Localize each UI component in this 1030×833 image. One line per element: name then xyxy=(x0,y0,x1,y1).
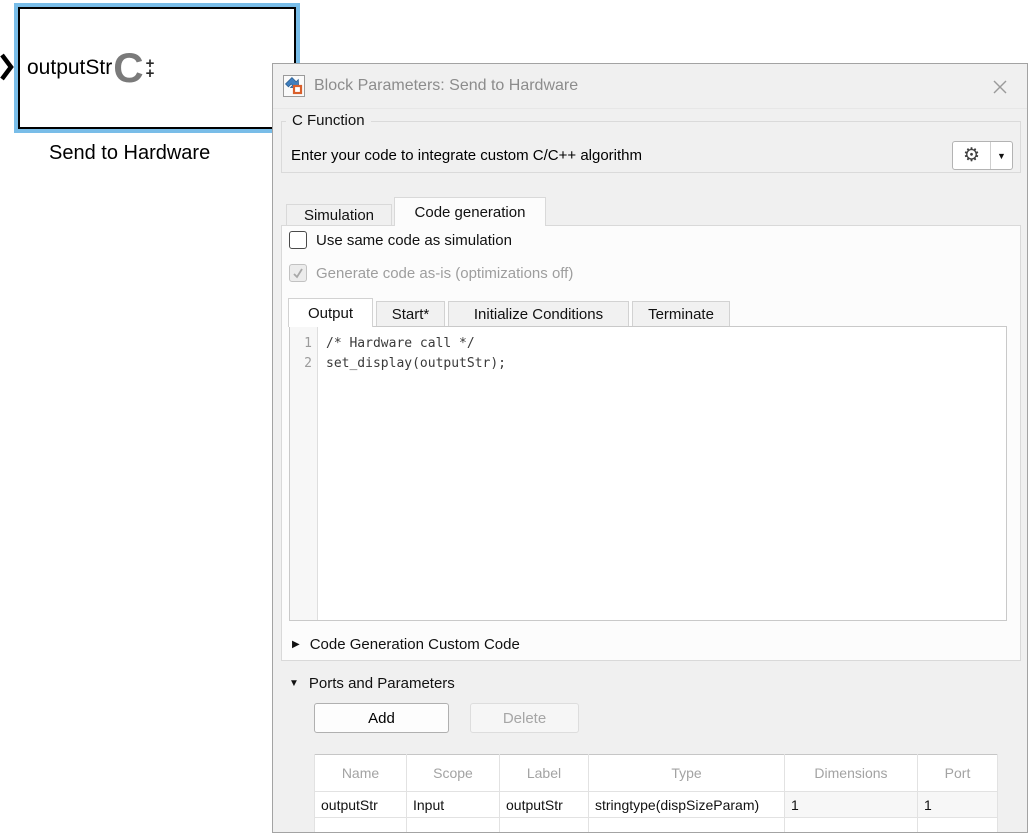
use-same-code-checkbox[interactable] xyxy=(289,231,307,249)
dialog-titlebar[interactable]: Block Parameters: Send to Hardware xyxy=(273,64,1027,109)
code-editor[interactable]: 1 2 /* Hardware call */ set_display(outp… xyxy=(289,326,1007,621)
cell-name[interactable]: outputStr xyxy=(315,792,407,818)
code-tab-initialize-conditions[interactable]: Initialize Conditions xyxy=(448,301,629,326)
dialog-title: Block Parameters: Send to Hardware xyxy=(314,77,578,95)
cell-port[interactable]: 1 xyxy=(918,792,998,818)
generate-code-as-is-checkbox xyxy=(289,264,307,282)
use-same-code-label[interactable]: Use same code as simulation xyxy=(316,232,512,249)
c-function-group-title: C Function xyxy=(286,112,371,129)
settings-split-button[interactable]: ⚙ ▼ xyxy=(952,141,1013,170)
cpp-plus-icon: + + xyxy=(146,59,155,79)
line-number-gutter: 1 2 xyxy=(290,327,318,620)
section-code-generation-custom-code[interactable]: ▶ Code Generation Custom Code xyxy=(292,636,520,653)
delete-button: Delete xyxy=(470,703,579,733)
cell-type[interactable]: stringtype(dispSizeParam) xyxy=(589,792,785,818)
column-header[interactable]: Dimensions xyxy=(785,755,918,792)
gear-icon[interactable]: ⚙ xyxy=(953,142,991,169)
block-port-label: outputStr xyxy=(27,56,112,80)
code-tab-start[interactable]: Start* xyxy=(376,301,445,326)
add-button[interactable]: Add xyxy=(314,703,449,733)
column-header[interactable]: Port xyxy=(918,755,998,792)
column-header[interactable]: Name xyxy=(315,755,407,792)
code-text-area[interactable]: /* Hardware call */ set_display(outputSt… xyxy=(318,327,506,620)
simulink-canvas: outputStr C + + Send to Hardware Block P… xyxy=(0,0,1030,827)
block-selection-highlight[interactable]: outputStr C + + xyxy=(14,3,300,133)
code-line: set_display(outputStr); xyxy=(326,354,506,374)
line-number: 1 xyxy=(290,334,312,354)
ports-section-label: Ports and Parameters xyxy=(309,675,455,692)
tab-simulation[interactable]: Simulation xyxy=(286,204,392,225)
cell-scope[interactable]: Input xyxy=(407,792,500,818)
custom-code-section-label: Code Generation Custom Code xyxy=(310,636,520,653)
line-number: 2 xyxy=(290,354,312,374)
generate-code-as-is-label: Generate code as-is (optimizations off) xyxy=(316,265,573,282)
column-header[interactable]: Scope xyxy=(407,755,500,792)
checkmark-icon xyxy=(291,266,305,280)
column-header[interactable]: Type xyxy=(589,755,785,792)
column-header[interactable]: Label xyxy=(500,755,589,792)
section-ports-and-parameters[interactable]: ▼ Ports and Parameters xyxy=(289,675,455,692)
table-empty-space xyxy=(315,818,998,833)
code-tab-output[interactable]: Output xyxy=(288,298,373,327)
cell-dimensions[interactable]: 1 xyxy=(785,792,918,818)
table-row[interactable]: outputStr Input outputStr stringtype(dis… xyxy=(315,792,998,818)
block-parameters-dialog: Block Parameters: Send to Hardware C Fun… xyxy=(272,63,1028,833)
block-name-label[interactable]: Send to Hardware xyxy=(49,142,210,165)
chevron-down-icon[interactable]: ▼ xyxy=(289,678,299,689)
code-tab-terminate[interactable]: Terminate xyxy=(632,301,730,326)
dialog-description: Enter your code to integrate custom C/C+… xyxy=(291,147,642,164)
close-button[interactable] xyxy=(989,76,1011,98)
ports-table[interactable]: Name Scope Label Type Dimensions Port ou… xyxy=(314,754,998,833)
code-line: /* Hardware call */ xyxy=(326,334,506,354)
cell-label[interactable]: outputStr xyxy=(500,792,589,818)
table-header-row: Name Scope Label Type Dimensions Port xyxy=(315,755,998,792)
chevron-right-icon[interactable]: ▶ xyxy=(292,639,300,650)
input-port-icon[interactable] xyxy=(0,53,14,81)
chevron-down-icon[interactable]: ▼ xyxy=(991,142,1012,169)
c-function-block[interactable]: outputStr C + + xyxy=(18,7,296,129)
close-icon xyxy=(991,78,1009,96)
simulink-block-icon xyxy=(283,75,305,97)
c-function-icon: C xyxy=(113,48,143,88)
tab-code-generation[interactable]: Code generation xyxy=(394,197,546,226)
